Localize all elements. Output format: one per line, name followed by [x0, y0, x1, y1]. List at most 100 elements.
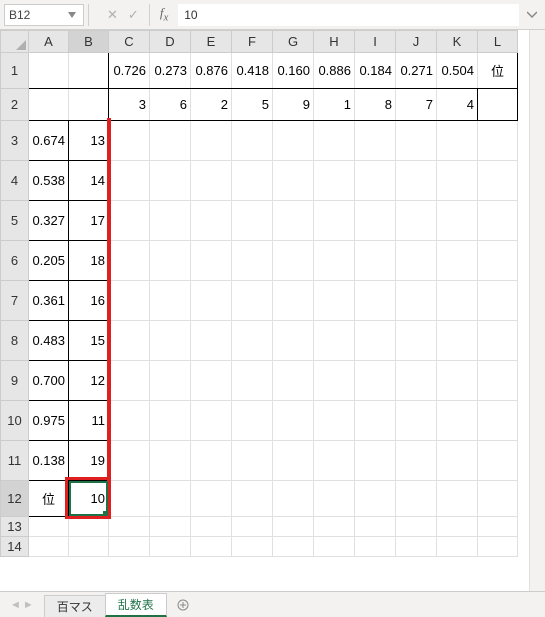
cell-C12[interactable] [109, 481, 150, 517]
name-box[interactable]: B12 [4, 4, 84, 26]
cell-A13[interactable] [29, 517, 69, 537]
cell-E10[interactable] [191, 401, 232, 441]
row-header-11[interactable]: 11 [1, 441, 29, 481]
cell-D5[interactable] [150, 201, 191, 241]
cell-J7[interactable] [396, 281, 437, 321]
cell-B5[interactable]: 17 [69, 201, 109, 241]
cell-I6[interactable] [355, 241, 396, 281]
cell-L10[interactable] [478, 401, 518, 441]
cell-F12[interactable] [232, 481, 273, 517]
cell-C4[interactable] [109, 161, 150, 201]
col-header-h[interactable]: H [314, 31, 355, 53]
cell-C11[interactable] [109, 441, 150, 481]
cell-F2[interactable]: 5 [232, 89, 273, 121]
cell-J8[interactable] [396, 321, 437, 361]
cell-H2[interactable]: 1 [314, 89, 355, 121]
cell-D11[interactable] [150, 441, 191, 481]
cell-B10[interactable]: 11 [69, 401, 109, 441]
cell-K5[interactable] [437, 201, 478, 241]
cell-F11[interactable] [232, 441, 273, 481]
row-header-5[interactable]: 5 [1, 201, 29, 241]
cell-F6[interactable] [232, 241, 273, 281]
cell-J13[interactable] [396, 517, 437, 537]
cell-A7[interactable]: 0.361 [29, 281, 69, 321]
formula-input[interactable]: 10 [178, 4, 519, 26]
cell-J12[interactable] [396, 481, 437, 517]
col-header-b[interactable]: B [69, 31, 109, 53]
cell-G12[interactable] [273, 481, 314, 517]
cell-C1[interactable]: 0.726 [109, 53, 150, 89]
cell-A12[interactable]: 位 [29, 481, 69, 517]
cell-G14[interactable] [273, 537, 314, 557]
cell-D14[interactable] [150, 537, 191, 557]
row-header-4[interactable]: 4 [1, 161, 29, 201]
row-header-6[interactable]: 6 [1, 241, 29, 281]
cell-D13[interactable] [150, 517, 191, 537]
cell-D2[interactable]: 6 [150, 89, 191, 121]
row-header-3[interactable]: 3 [1, 121, 29, 161]
cell-G13[interactable] [273, 517, 314, 537]
cell-F5[interactable] [232, 201, 273, 241]
select-all-corner[interactable] [1, 31, 29, 53]
cell-A8[interactable]: 0.483 [29, 321, 69, 361]
cell-G2[interactable]: 9 [273, 89, 314, 121]
cell-I7[interactable] [355, 281, 396, 321]
cell-A3[interactable]: 0.674 [29, 121, 69, 161]
cell-C2[interactable]: 3 [109, 89, 150, 121]
cell-L3[interactable] [478, 121, 518, 161]
cell-K9[interactable] [437, 361, 478, 401]
col-header-e[interactable]: E [191, 31, 232, 53]
cell-K8[interactable] [437, 321, 478, 361]
col-header-i[interactable]: I [355, 31, 396, 53]
add-sheet-button[interactable] [172, 594, 194, 616]
row-header-7[interactable]: 7 [1, 281, 29, 321]
cell-I12[interactable] [355, 481, 396, 517]
cell-C6[interactable] [109, 241, 150, 281]
cell-I14[interactable] [355, 537, 396, 557]
cell-H8[interactable] [314, 321, 355, 361]
cell-J3[interactable] [396, 121, 437, 161]
sheet-tab-1[interactable]: 百マス [44, 595, 106, 617]
cell-G5[interactable] [273, 201, 314, 241]
col-header-f[interactable]: F [232, 31, 273, 53]
cell-L5[interactable] [478, 201, 518, 241]
cell-J4[interactable] [396, 161, 437, 201]
cell-A9[interactable]: 0.700 [29, 361, 69, 401]
grid[interactable]: A B C D E F G H I J K L 10.7260.2730.876… [0, 30, 545, 557]
cell-J14[interactable] [396, 537, 437, 557]
cell-H1[interactable]: 0.886 [314, 53, 355, 89]
cell-E1[interactable]: 0.876 [191, 53, 232, 89]
sheet-tab-2[interactable]: 乱数表 [105, 593, 167, 617]
cell-L1[interactable]: 位 [478, 53, 518, 89]
cell-K7[interactable] [437, 281, 478, 321]
col-header-l[interactable]: L [478, 31, 518, 53]
cell-C5[interactable] [109, 201, 150, 241]
cell-C8[interactable] [109, 321, 150, 361]
cell-E9[interactable] [191, 361, 232, 401]
cell-L12[interactable] [478, 481, 518, 517]
cell-F8[interactable] [232, 321, 273, 361]
cell-F4[interactable] [232, 161, 273, 201]
cell-F7[interactable] [232, 281, 273, 321]
cell-A2[interactable] [29, 89, 69, 121]
cell-G1[interactable]: 0.160 [273, 53, 314, 89]
cell-D12[interactable] [150, 481, 191, 517]
cell-I4[interactable] [355, 161, 396, 201]
row-header-10[interactable]: 10 [1, 401, 29, 441]
cell-J11[interactable] [396, 441, 437, 481]
cell-A5[interactable]: 0.327 [29, 201, 69, 241]
cell-G8[interactable] [273, 321, 314, 361]
cell-E12[interactable] [191, 481, 232, 517]
col-header-d[interactable]: D [150, 31, 191, 53]
cell-E2[interactable]: 2 [191, 89, 232, 121]
cell-H10[interactable] [314, 401, 355, 441]
cell-H11[interactable] [314, 441, 355, 481]
cell-I3[interactable] [355, 121, 396, 161]
cell-G7[interactable] [273, 281, 314, 321]
cell-F9[interactable] [232, 361, 273, 401]
cell-I13[interactable] [355, 517, 396, 537]
cell-J6[interactable] [396, 241, 437, 281]
cell-K11[interactable] [437, 441, 478, 481]
cell-E8[interactable] [191, 321, 232, 361]
cell-I2[interactable]: 8 [355, 89, 396, 121]
